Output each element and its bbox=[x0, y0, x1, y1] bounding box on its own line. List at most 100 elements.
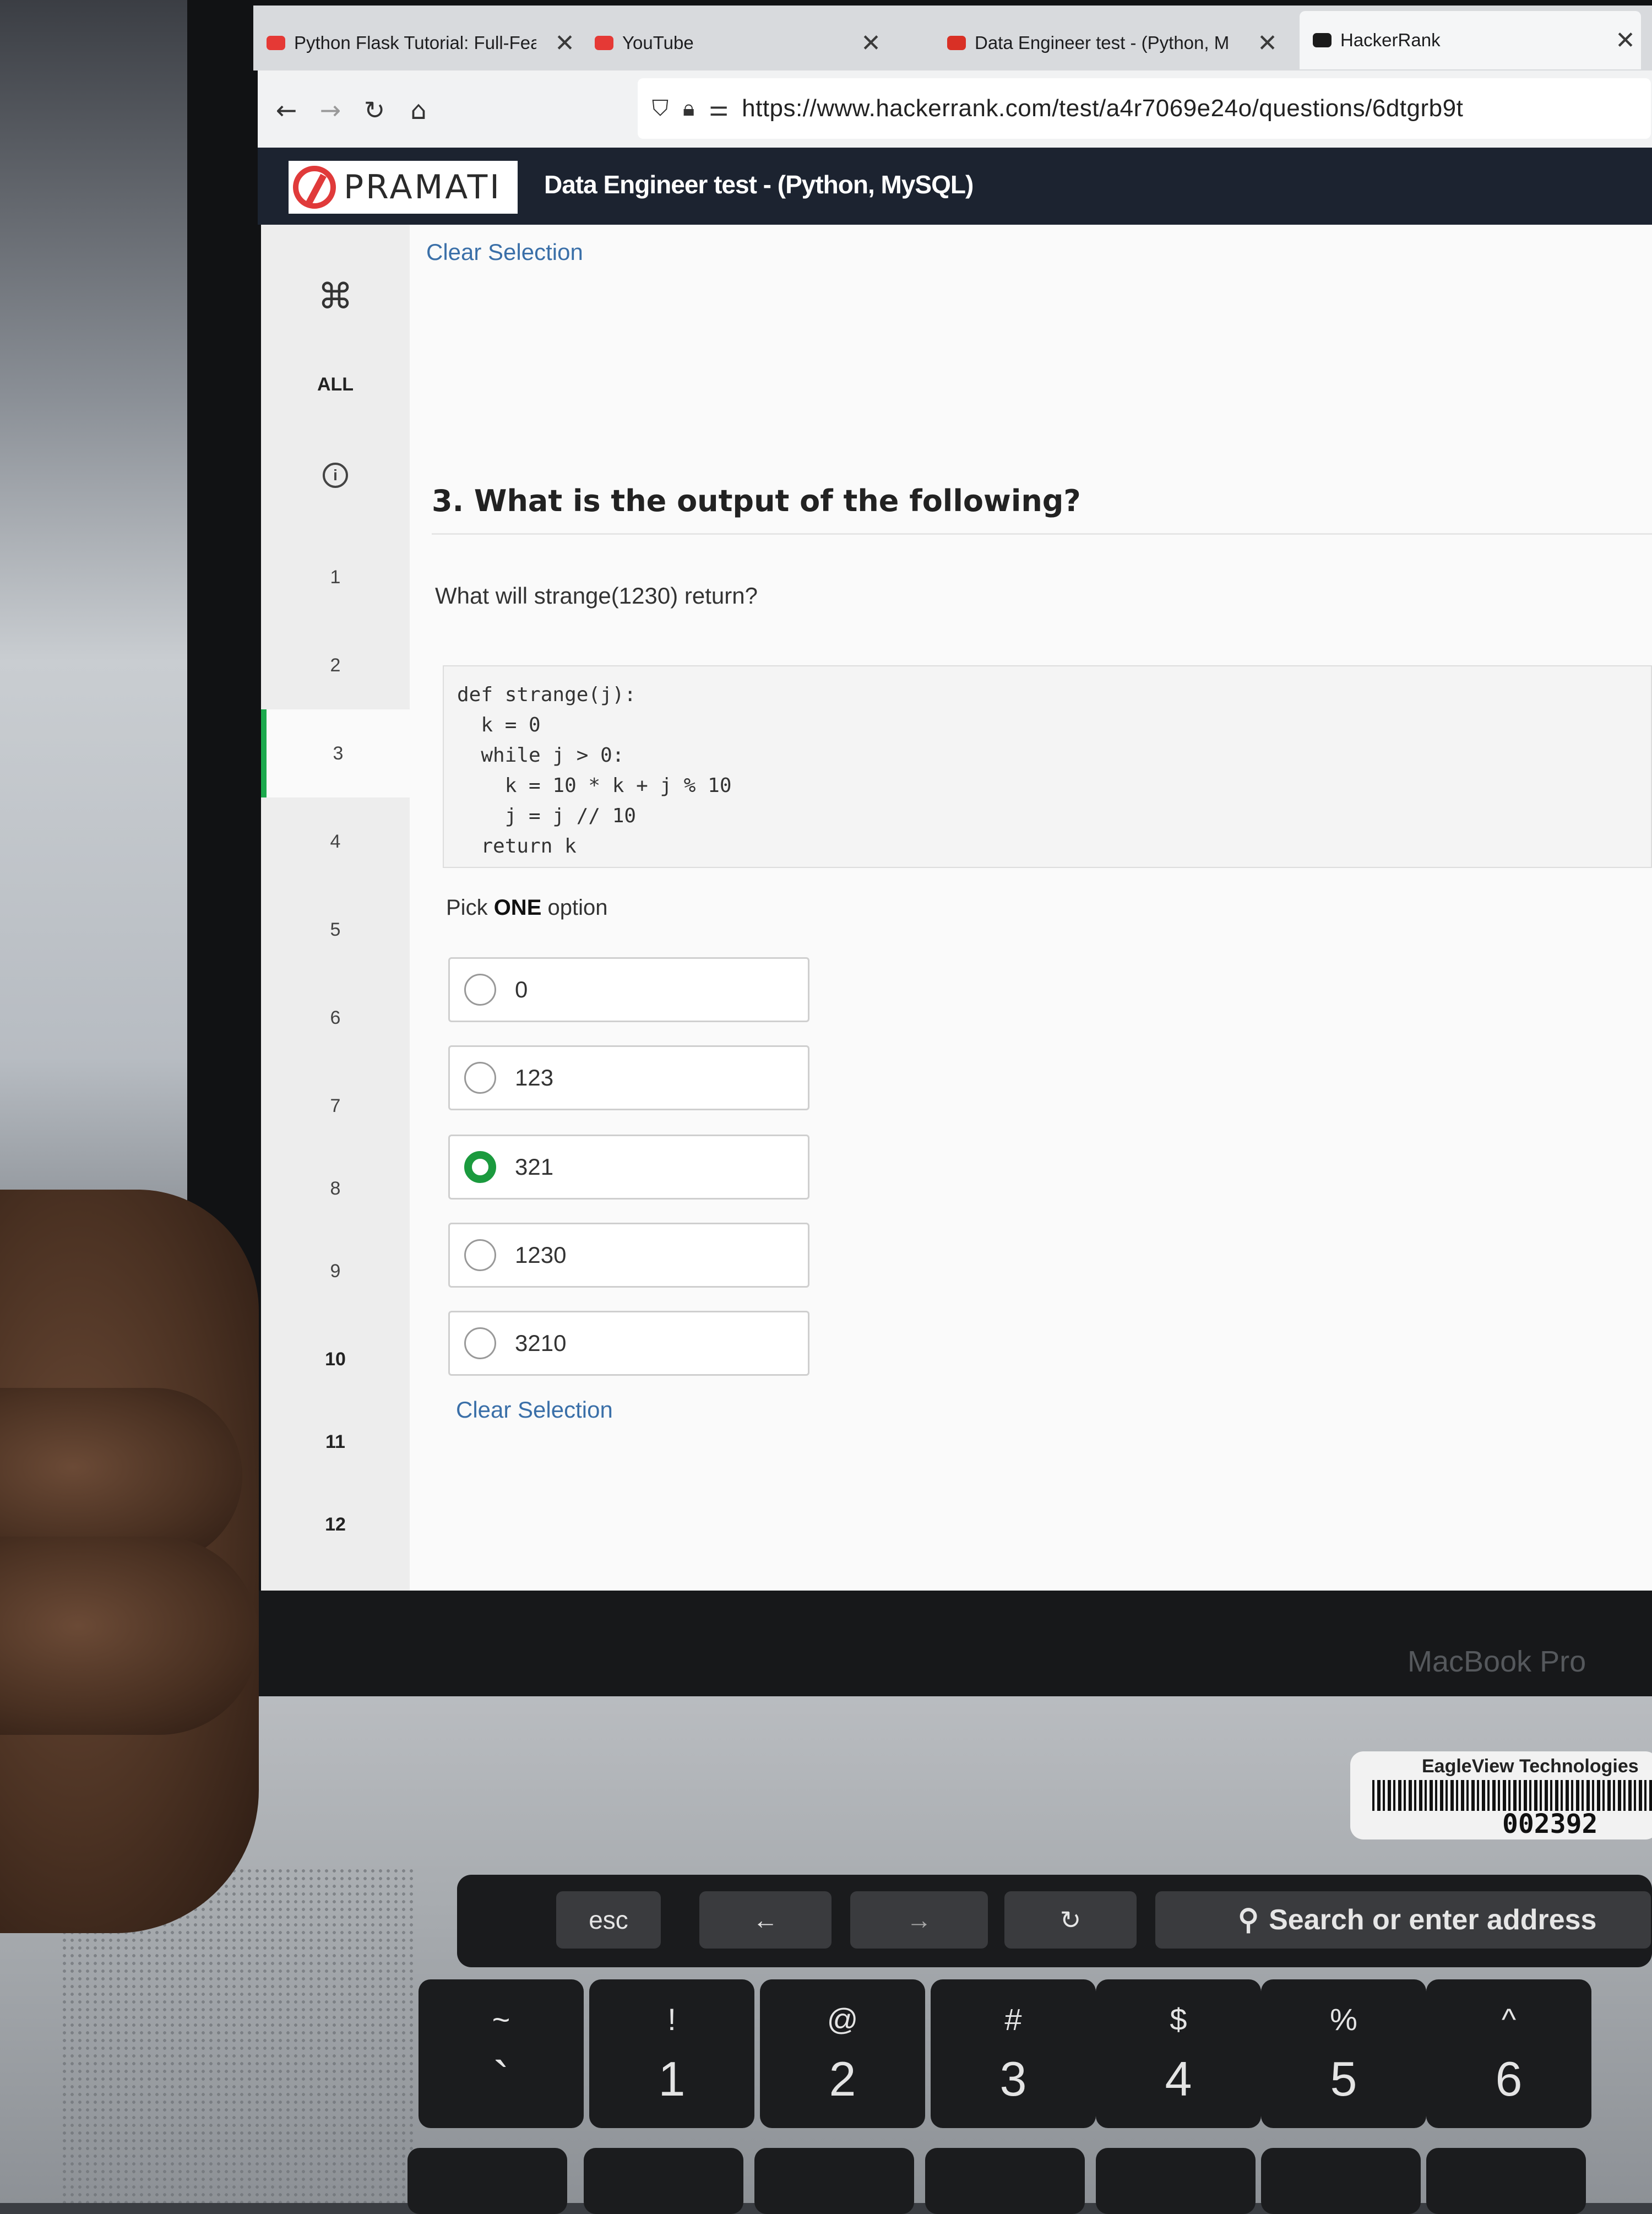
radio-button[interactable] bbox=[464, 1239, 496, 1271]
sticker-company: EagleView Technologies bbox=[1422, 1756, 1639, 1777]
command-palette-button[interactable]: ⌘ bbox=[261, 252, 410, 340]
option-1[interactable]: 123 bbox=[448, 1045, 809, 1110]
sidebar-question-6[interactable]: 6 bbox=[261, 974, 410, 1062]
key-q[interactable] bbox=[584, 2148, 743, 2214]
reload-button[interactable]: ↻ bbox=[357, 93, 392, 128]
sidebar-item-info[interactable]: i bbox=[261, 431, 410, 519]
key-top-label: $ bbox=[1170, 2002, 1187, 2037]
youtube-icon bbox=[595, 36, 613, 50]
key-t[interactable] bbox=[1261, 2148, 1421, 2214]
tab-label: HackerRank bbox=[1340, 30, 1441, 50]
sidebar-question-8[interactable]: 8 bbox=[261, 1144, 410, 1233]
user-finger bbox=[0, 1537, 259, 1735]
question-title: 3. What is the output of the following? bbox=[432, 484, 1081, 518]
touchbar-search-field[interactable]: ⚲ Search or enter address bbox=[1155, 1891, 1651, 1949]
key-bottom-label: 1 bbox=[658, 2052, 686, 2106]
tab-hackerrank[interactable]: HackerRank ✕ bbox=[1300, 11, 1641, 69]
browser-toolbar: ← → ↻ ⌂ ⛉ 🔒︎ ⚌ https://www.hackerrank.co… bbox=[258, 70, 1652, 149]
key-top-label: ! bbox=[667, 2002, 676, 2037]
home-button[interactable]: ⌂ bbox=[401, 93, 436, 128]
code-block: def strange(j): k = 0 while j > 0: k = 1… bbox=[443, 665, 1652, 868]
key-e[interactable] bbox=[925, 2148, 1085, 2214]
lock-icon: 🔒︎ bbox=[683, 96, 695, 121]
key-top-label: ^ bbox=[1501, 2002, 1517, 2037]
key-r[interactable] bbox=[1096, 2148, 1256, 2214]
touchbar-back-button[interactable]: ← bbox=[699, 1891, 832, 1949]
key-bottom-label: ` bbox=[493, 2052, 509, 2106]
shield-icon: ⛉ bbox=[652, 96, 669, 121]
tab-data-engineer-test[interactable]: Data Engineer test - (Python, M ✕ bbox=[947, 17, 1278, 69]
key-top-label: ~ bbox=[492, 2002, 510, 2037]
key-y[interactable] bbox=[1426, 2148, 1586, 2214]
sidebar-question-7[interactable]: 7 bbox=[261, 1062, 410, 1150]
key-2[interactable]: @ 2 bbox=[760, 1979, 925, 2128]
hackerrank-icon bbox=[1313, 33, 1332, 47]
question-sidebar: ⌘ ALL i 1 2 3 4 5 6 7 8 9 10 11 12 bbox=[261, 225, 410, 1591]
option-3[interactable]: 1230 bbox=[448, 1223, 809, 1288]
permissions-icon[interactable]: ⚌ bbox=[709, 96, 729, 121]
clear-selection-top-link[interactable]: Clear Selection bbox=[426, 239, 583, 265]
pick-prefix: Pick bbox=[446, 896, 494, 920]
key-bottom-label: 3 bbox=[999, 2052, 1027, 2106]
key-3[interactable]: # 3 bbox=[931, 1979, 1096, 2128]
option-0[interactable]: 0 bbox=[448, 957, 809, 1022]
pick-one-label: Pick ONE option bbox=[446, 896, 607, 920]
tab-flask-tutorial[interactable]: Python Flask Tutorial: Full-Fea ✕ bbox=[267, 17, 575, 69]
browser-tab-bar: Python Flask Tutorial: Full-Fea ✕ YouTub… bbox=[253, 6, 1652, 70]
sidebar-question-11[interactable]: 11 bbox=[261, 1398, 410, 1486]
key-tilde[interactable]: ~ ` bbox=[419, 1979, 584, 2128]
sidebar-question-10[interactable]: 10 bbox=[261, 1315, 410, 1403]
key-top-label: % bbox=[1330, 2002, 1357, 2037]
close-icon[interactable]: ✕ bbox=[861, 29, 881, 57]
test-title: Data Engineer test - (Python, MySQL) bbox=[544, 170, 974, 199]
option-label: 0 bbox=[515, 976, 528, 1002]
tab-youtube[interactable]: YouTube ✕ bbox=[595, 17, 881, 69]
option-label: 321 bbox=[515, 1154, 554, 1180]
key-bottom-label: 5 bbox=[1330, 2052, 1357, 2106]
key-4[interactable]: $ 4 bbox=[1096, 1979, 1261, 2128]
divider bbox=[432, 533, 1652, 535]
sidebar-question-2[interactable]: 2 bbox=[261, 621, 410, 709]
sidebar-question-9[interactable]: 9 bbox=[261, 1227, 410, 1315]
logo-mark-icon bbox=[293, 166, 336, 209]
key-6[interactable]: ^ 6 bbox=[1426, 1979, 1591, 2128]
laptop-brand-label: MacBook Pro bbox=[1408, 1645, 1586, 1678]
sidebar-question-1[interactable]: 1 bbox=[261, 533, 410, 621]
sidebar-question-4[interactable]: 4 bbox=[261, 797, 410, 886]
key-w[interactable] bbox=[754, 2148, 914, 2214]
option-label: 123 bbox=[515, 1065, 554, 1090]
key-1[interactable]: ! 1 bbox=[589, 1979, 754, 2128]
radio-button[interactable] bbox=[464, 974, 496, 1006]
close-icon[interactable]: ✕ bbox=[555, 29, 575, 57]
close-icon[interactable]: ✕ bbox=[1615, 26, 1635, 55]
close-icon[interactable]: ✕ bbox=[1257, 29, 1278, 57]
key-tab[interactable] bbox=[407, 2148, 567, 2214]
sidebar-question-3[interactable]: 3 bbox=[261, 709, 410, 797]
option-label: 1230 bbox=[515, 1242, 567, 1268]
forward-button[interactable]: → bbox=[313, 93, 348, 128]
radio-button[interactable] bbox=[464, 1327, 496, 1359]
option-2[interactable]: 321 bbox=[448, 1135, 809, 1200]
esc-key[interactable]: esc bbox=[556, 1891, 661, 1949]
tab-label: Data Engineer test - (Python, M bbox=[975, 32, 1230, 53]
tab-label: YouTube bbox=[622, 32, 694, 53]
youtube-icon bbox=[267, 36, 285, 50]
key-bottom-label: 2 bbox=[829, 2052, 856, 2106]
sidebar-question-12[interactable]: 12 bbox=[261, 1480, 410, 1569]
key-5[interactable]: % 5 bbox=[1261, 1979, 1426, 2128]
option-4[interactable]: 3210 bbox=[448, 1311, 809, 1376]
radio-button-selected[interactable] bbox=[464, 1151, 496, 1183]
sidebar-item-all[interactable]: ALL bbox=[261, 340, 410, 428]
touchbar-reload-button[interactable]: ↻ bbox=[1004, 1891, 1137, 1949]
touchbar-forward-button[interactable]: → bbox=[850, 1891, 988, 1949]
barcode bbox=[1372, 1780, 1652, 1811]
question-content: Clear Selection 3. What is the output of… bbox=[426, 225, 1652, 1591]
clear-selection-bottom-link[interactable]: Clear Selection bbox=[456, 1397, 613, 1423]
key-top-label: # bbox=[1004, 2002, 1022, 2037]
address-bar[interactable]: ⛉ 🔒︎ ⚌ https://www.hackerrank.com/test/a… bbox=[638, 78, 1651, 139]
command-icon: ⌘ bbox=[318, 276, 353, 316]
test-page: ⌘ ALL i 1 2 3 4 5 6 7 8 9 10 11 12 Clear… bbox=[261, 225, 1652, 1591]
back-button[interactable]: ← bbox=[269, 93, 304, 128]
radio-button[interactable] bbox=[464, 1062, 496, 1094]
sidebar-question-5[interactable]: 5 bbox=[261, 886, 410, 974]
